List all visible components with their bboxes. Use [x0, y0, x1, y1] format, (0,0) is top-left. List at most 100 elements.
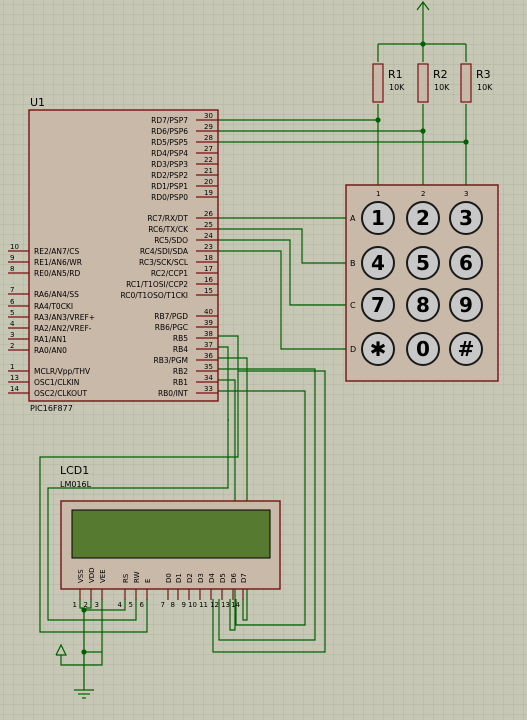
lcd-pin-name: D4	[208, 573, 216, 583]
keypad-key-label: 1	[371, 206, 385, 230]
mcu-right-pin-name: RC1/T1OSI/CCP2	[126, 280, 188, 289]
keypad-key-label: 3	[459, 206, 473, 230]
mcu-right-pin-name: RC2/CCP1	[151, 269, 188, 278]
mcu-left-pin-number: 14	[10, 385, 19, 393]
resistor-ref: R1	[388, 68, 403, 81]
keypad-key-label: 9	[459, 293, 473, 317]
lcd-pin-number: 9	[182, 601, 186, 609]
mcu-right-pin-number: 36	[204, 352, 213, 360]
lcd-ref-label: LCD1	[60, 464, 89, 477]
mcu-right-pin-name: RD4/PSP4	[151, 149, 188, 158]
mcu-right-pin-name: RB7/PGD	[154, 312, 188, 321]
lcd-pin-number: 4	[118, 601, 123, 609]
lcd-part-label: LM016L	[60, 480, 92, 489]
mcu-left-pin-number: 7	[10, 286, 14, 294]
mcu-right-pin-name: RB5	[173, 334, 188, 343]
mcu-right-pin-name: RC0/T1OSO/T1CKI	[120, 291, 188, 300]
mcu-right-pin-number: 34	[204, 374, 213, 382]
mcu-left-pin-number: 13	[10, 374, 19, 382]
mcu-right-pin-number: 21	[204, 167, 213, 175]
mcu-right-pin-name: RC7/RX/DT	[147, 214, 188, 223]
keypad-key-label: 5	[416, 251, 430, 275]
mcu-right-pin-number: 35	[204, 363, 213, 371]
mcu-right-pin-name: RB4	[173, 345, 188, 354]
keypad-column-label: 2	[421, 190, 425, 198]
mcu-right-pin-name: RD3/PSP3	[151, 160, 188, 169]
mcu-left-pin-name: RE1/AN6/WR	[34, 258, 82, 267]
keypad-column-label: 3	[464, 190, 468, 198]
mcu-left-pin-name: RA2/AN2/VREF-	[34, 324, 92, 333]
mcu-part-label: PIC16F877	[30, 404, 73, 413]
keypad-key-label: 8	[416, 293, 430, 317]
lcd-pin-number: 6	[140, 601, 145, 609]
lcd-pin-name: D7	[240, 573, 248, 583]
mcu-left-pin-name: MCLR/Vpp/THV	[34, 367, 91, 376]
mcu-left-pin-name: RA1/AN1	[34, 335, 67, 344]
mcu-left-pin-number: 9	[10, 254, 14, 262]
mcu-right-pin-number: 23	[204, 243, 213, 251]
resistor-value: 10K	[477, 83, 493, 92]
mcu-right-pin-number: 16	[204, 276, 213, 284]
mcu-right-pin-name: RD1/PSP1	[151, 182, 188, 191]
mcu-right-pin-number: 40	[204, 308, 213, 316]
mcu-right-pin-name: RB6/PGC	[155, 323, 188, 332]
mcu-component[interactable]: U1 PIC16F877 10 RE2/AN7/CS 9 RE1/AN6/WR 8 RE0…	[8, 96, 219, 413]
lcd-pin-number: 7	[161, 601, 165, 609]
resistor-ref: R3	[476, 68, 491, 81]
mcu-left-pin-name: RA0/AN0	[34, 346, 67, 355]
mcu-left-pin-number: 10	[10, 243, 19, 251]
mcu-left-pin-number: 8	[10, 265, 14, 273]
keypad-key-label: #	[458, 337, 475, 361]
mcu-left-pin-name: OSC1/CLKIN	[34, 378, 79, 387]
mcu-left-pin-number: 2	[10, 342, 14, 350]
resistor-value: 10K	[434, 83, 450, 92]
mcu-right-pin-name: RB2	[173, 367, 188, 376]
mcu-right-pin-name: RC4/SDI/SDA	[140, 247, 189, 256]
keypad-key-label: 2	[416, 206, 430, 230]
mcu-right-pin-name: RD2/PSP2	[151, 171, 188, 180]
lcd-pin-number: 13	[221, 601, 230, 609]
lcd-pin-number: 3	[95, 601, 99, 609]
mcu-right-pin-name: RD6/PSP6	[151, 127, 188, 136]
lcd-pin-number: 10	[188, 601, 197, 609]
lcd-pin-name: RW	[133, 571, 141, 583]
lcd-pin-name: RS	[122, 573, 130, 583]
resistor-body[interactable]	[460, 63, 472, 103]
lcd-pin-name: VDD	[88, 567, 96, 583]
mcu-right-pin-name: RD0/PSP0	[151, 193, 188, 202]
lcd-pin-number: 1	[73, 601, 77, 609]
lcd-pin-name: D3	[197, 573, 205, 583]
mcu-left-pin-number: 1	[10, 363, 14, 371]
mcu-left-pin-number: 5	[10, 309, 14, 317]
mcu-left-pin-name: RA6/AN4/SS	[34, 290, 79, 299]
lcd-pin-name: D0	[165, 573, 173, 583]
lcd-pin-number: 5	[129, 601, 133, 609]
lcd-pin-number: 12	[210, 601, 219, 609]
keypad-component[interactable]: 1 2 3 A B C D 1 2 3 4 5 6 7 8 9 ✱ 0 #	[345, 184, 499, 382]
lcd-pin-name: D5	[219, 573, 227, 583]
mcu-left-pin-name: RE2/AN7/CS	[34, 247, 80, 256]
mcu-left-pin-number: 3	[10, 331, 14, 339]
keypad-column-label: 1	[376, 190, 380, 198]
mcu-left-pin-name: RE0/AN5/RD	[34, 269, 80, 278]
mcu-right-pin-number: 37	[204, 341, 213, 349]
mcu-right-pin-number: 27	[204, 145, 213, 153]
mcu-right-pin-number: 29	[204, 123, 213, 131]
keypad-key-label: 6	[459, 251, 473, 275]
mcu-left-pin-name: RA3/AN3/VREF+	[34, 313, 95, 322]
mcu-right-pin-number: 24	[204, 232, 213, 240]
mcu-right-pin-name: RD5/PSP5	[151, 138, 188, 147]
resistor-body[interactable]	[372, 63, 384, 103]
lcd-pin-name: VEE	[99, 569, 107, 583]
lcd-pin-name: VSS	[77, 569, 85, 583]
lcd-screen	[71, 509, 271, 559]
lcd-pin-number: 2	[84, 601, 88, 609]
resistor-body[interactable]	[417, 63, 429, 103]
keypad-row-label: A	[350, 214, 356, 223]
keypad-row-label: C	[350, 301, 356, 310]
lcd-pin-name: D1	[175, 573, 183, 583]
schematic-canvas: U1 PIC16F877 10 RE2/AN7/CS9 RE1/AN6/WR8 RE0…	[0, 0, 527, 720]
mcu-right-pin-name: RC3/SCK/SCL	[139, 258, 189, 267]
mcu-right-pin-number: 18	[204, 254, 213, 262]
lcd-pin-number: 8	[171, 601, 175, 609]
